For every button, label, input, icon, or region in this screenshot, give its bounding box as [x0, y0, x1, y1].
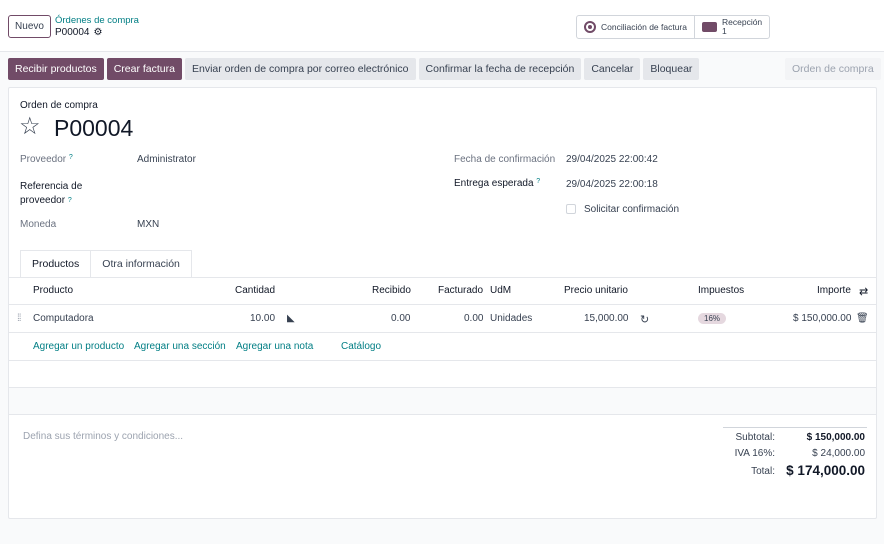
reconcile-icon	[584, 21, 596, 33]
receipt-count: 1	[722, 26, 727, 36]
help-icon[interactable]: ?	[68, 197, 72, 204]
col-uom[interactable]: UdM	[490, 285, 511, 296]
receive-products-button[interactable]: Recibir productos	[8, 58, 104, 80]
truck-icon	[702, 22, 717, 32]
trash-icon[interactable]: 🗑	[856, 313, 869, 324]
tax-badge[interactable]: 16%	[698, 313, 727, 324]
total-value: $ 174,000.00	[786, 463, 865, 478]
help-icon[interactable]: ?	[69, 154, 73, 161]
currency-field[interactable]: MXN	[137, 219, 159, 230]
col-received[interactable]: Recibido	[372, 285, 411, 296]
breadcrumb-current-label: P00004	[55, 27, 90, 38]
reconcile-label: Conciliación de factura	[601, 22, 687, 32]
tab-other-info[interactable]: Otra información	[91, 250, 192, 277]
totals-divider	[723, 427, 867, 428]
subtotal-label: Subtotal:	[735, 432, 775, 443]
col-unit-price[interactable]: Precio unitario	[564, 285, 628, 296]
page-title: P00004	[54, 115, 134, 141]
row-divider	[9, 387, 876, 388]
add-note-link[interactable]: Agregar una nota	[236, 341, 313, 352]
row-quantity[interactable]: 10.00	[250, 313, 275, 324]
reconcile-smart-button[interactable]: Conciliación de factura	[577, 16, 694, 38]
confirm-receipt-date-button[interactable]: Confirmar la fecha de recepción	[418, 58, 582, 80]
catalog-link[interactable]: Catálogo	[341, 341, 381, 352]
reset-price-icon[interactable]: ↻	[640, 313, 649, 326]
col-taxes[interactable]: Impuestos	[698, 285, 744, 296]
confirm-date-label: Fecha de confirmación	[454, 154, 556, 165]
notebook-tabs: Productos Otra información	[20, 250, 192, 277]
receipt-stack: Recepción 1	[722, 18, 762, 36]
tax-value: $ 24,000.00	[812, 448, 865, 459]
expected-date-label: Entrega esperada ?	[454, 178, 540, 189]
gear-icon[interactable]: ⚙	[93, 27, 102, 38]
drag-handle-icon[interactable]: ⁞⁞	[17, 313, 21, 324]
expected-date-field[interactable]: 29/04/2025 22:00:18	[566, 179, 658, 190]
breadcrumb-parent[interactable]: Órdenes de compra	[55, 15, 139, 26]
col-product[interactable]: Producto	[33, 285, 73, 296]
col-quantity[interactable]: Cantidad	[235, 285, 275, 296]
row-uom[interactable]: Unidades	[490, 313, 532, 324]
doc-type-label: Orden de compra	[20, 100, 98, 111]
vendor-label-text: Proveedor	[20, 154, 67, 165]
column-settings-icon[interactable]: ⇄	[859, 285, 868, 298]
add-section-link[interactable]: Agregar una sección	[134, 341, 226, 352]
row-product[interactable]: Computadora	[33, 313, 94, 324]
terms-input[interactable]: Defina sus términos y condiciones...	[23, 431, 183, 442]
tax-label: IVA 16%:	[734, 448, 775, 459]
col-invoiced[interactable]: Facturado	[438, 285, 483, 296]
vendor-ref-label: Referencia de proveedor ?	[20, 180, 82, 208]
vendor-ref-label-1: Referencia de	[20, 181, 83, 192]
confirm-date-field[interactable]: 29/04/2025 22:00:42	[566, 154, 658, 165]
ask-confirmation-checkbox[interactable]	[566, 204, 576, 214]
breadcrumb-current: P00004 ⚙	[55, 27, 102, 38]
subtotal-value: $ 150,000.00	[806, 432, 865, 443]
add-product-link[interactable]: Agregar un producto	[33, 341, 124, 352]
col-amount[interactable]: Importe	[817, 285, 851, 296]
tab-products[interactable]: Productos	[20, 250, 92, 277]
receipt-label: Recepción	[722, 17, 763, 27]
help-icon[interactable]: ?	[536, 178, 540, 185]
vendor-field[interactable]: Administrator	[137, 154, 196, 165]
row-divider	[9, 414, 876, 415]
create-invoice-button[interactable]: Crear factura	[106, 58, 182, 80]
forecast-chart-icon[interactable]: ◣	[287, 313, 295, 324]
new-button[interactable]: Nuevo	[8, 15, 51, 38]
currency-label: Moneda	[20, 219, 57, 230]
action-bar: Recibir productos Crear factura Enviar o…	[8, 58, 700, 80]
empty-row	[9, 388, 876, 415]
vendor-ref-label-2: proveedor	[20, 195, 66, 206]
lock-button[interactable]: Bloquear	[643, 58, 700, 80]
control-panel: Nuevo Órdenes de compra P00004 ⚙ Concili…	[0, 0, 884, 52]
status-badge: Orden de compra	[785, 58, 881, 80]
row-received[interactable]: 0.00	[391, 313, 410, 324]
ask-confirmation-label: Solicitar confirmación	[584, 204, 680, 215]
row-divider	[9, 360, 876, 361]
cancel-button[interactable]: Cancelar	[584, 58, 641, 80]
vendor-label: Proveedor ?	[20, 154, 73, 165]
form-sheet: Orden de compra ☆ P00004 Proveedor ? Adm…	[8, 87, 877, 519]
smart-buttons: Conciliación de factura Recepción 1	[576, 15, 771, 39]
row-amount: $ 150,000.00	[793, 313, 852, 324]
star-icon[interactable]: ☆	[19, 114, 41, 140]
receipt-smart-button[interactable]: Recepción 1	[694, 16, 769, 38]
send-email-button[interactable]: Enviar orden de compra por correo electr…	[184, 58, 416, 80]
row-invoiced[interactable]: 0.00	[464, 313, 483, 324]
expected-date-label-text: Entrega esperada	[454, 178, 534, 189]
row-unit-price[interactable]: 15,000.00	[584, 313, 629, 324]
header-divider	[9, 304, 876, 305]
row-divider	[9, 332, 876, 333]
tab-divider	[9, 277, 876, 278]
